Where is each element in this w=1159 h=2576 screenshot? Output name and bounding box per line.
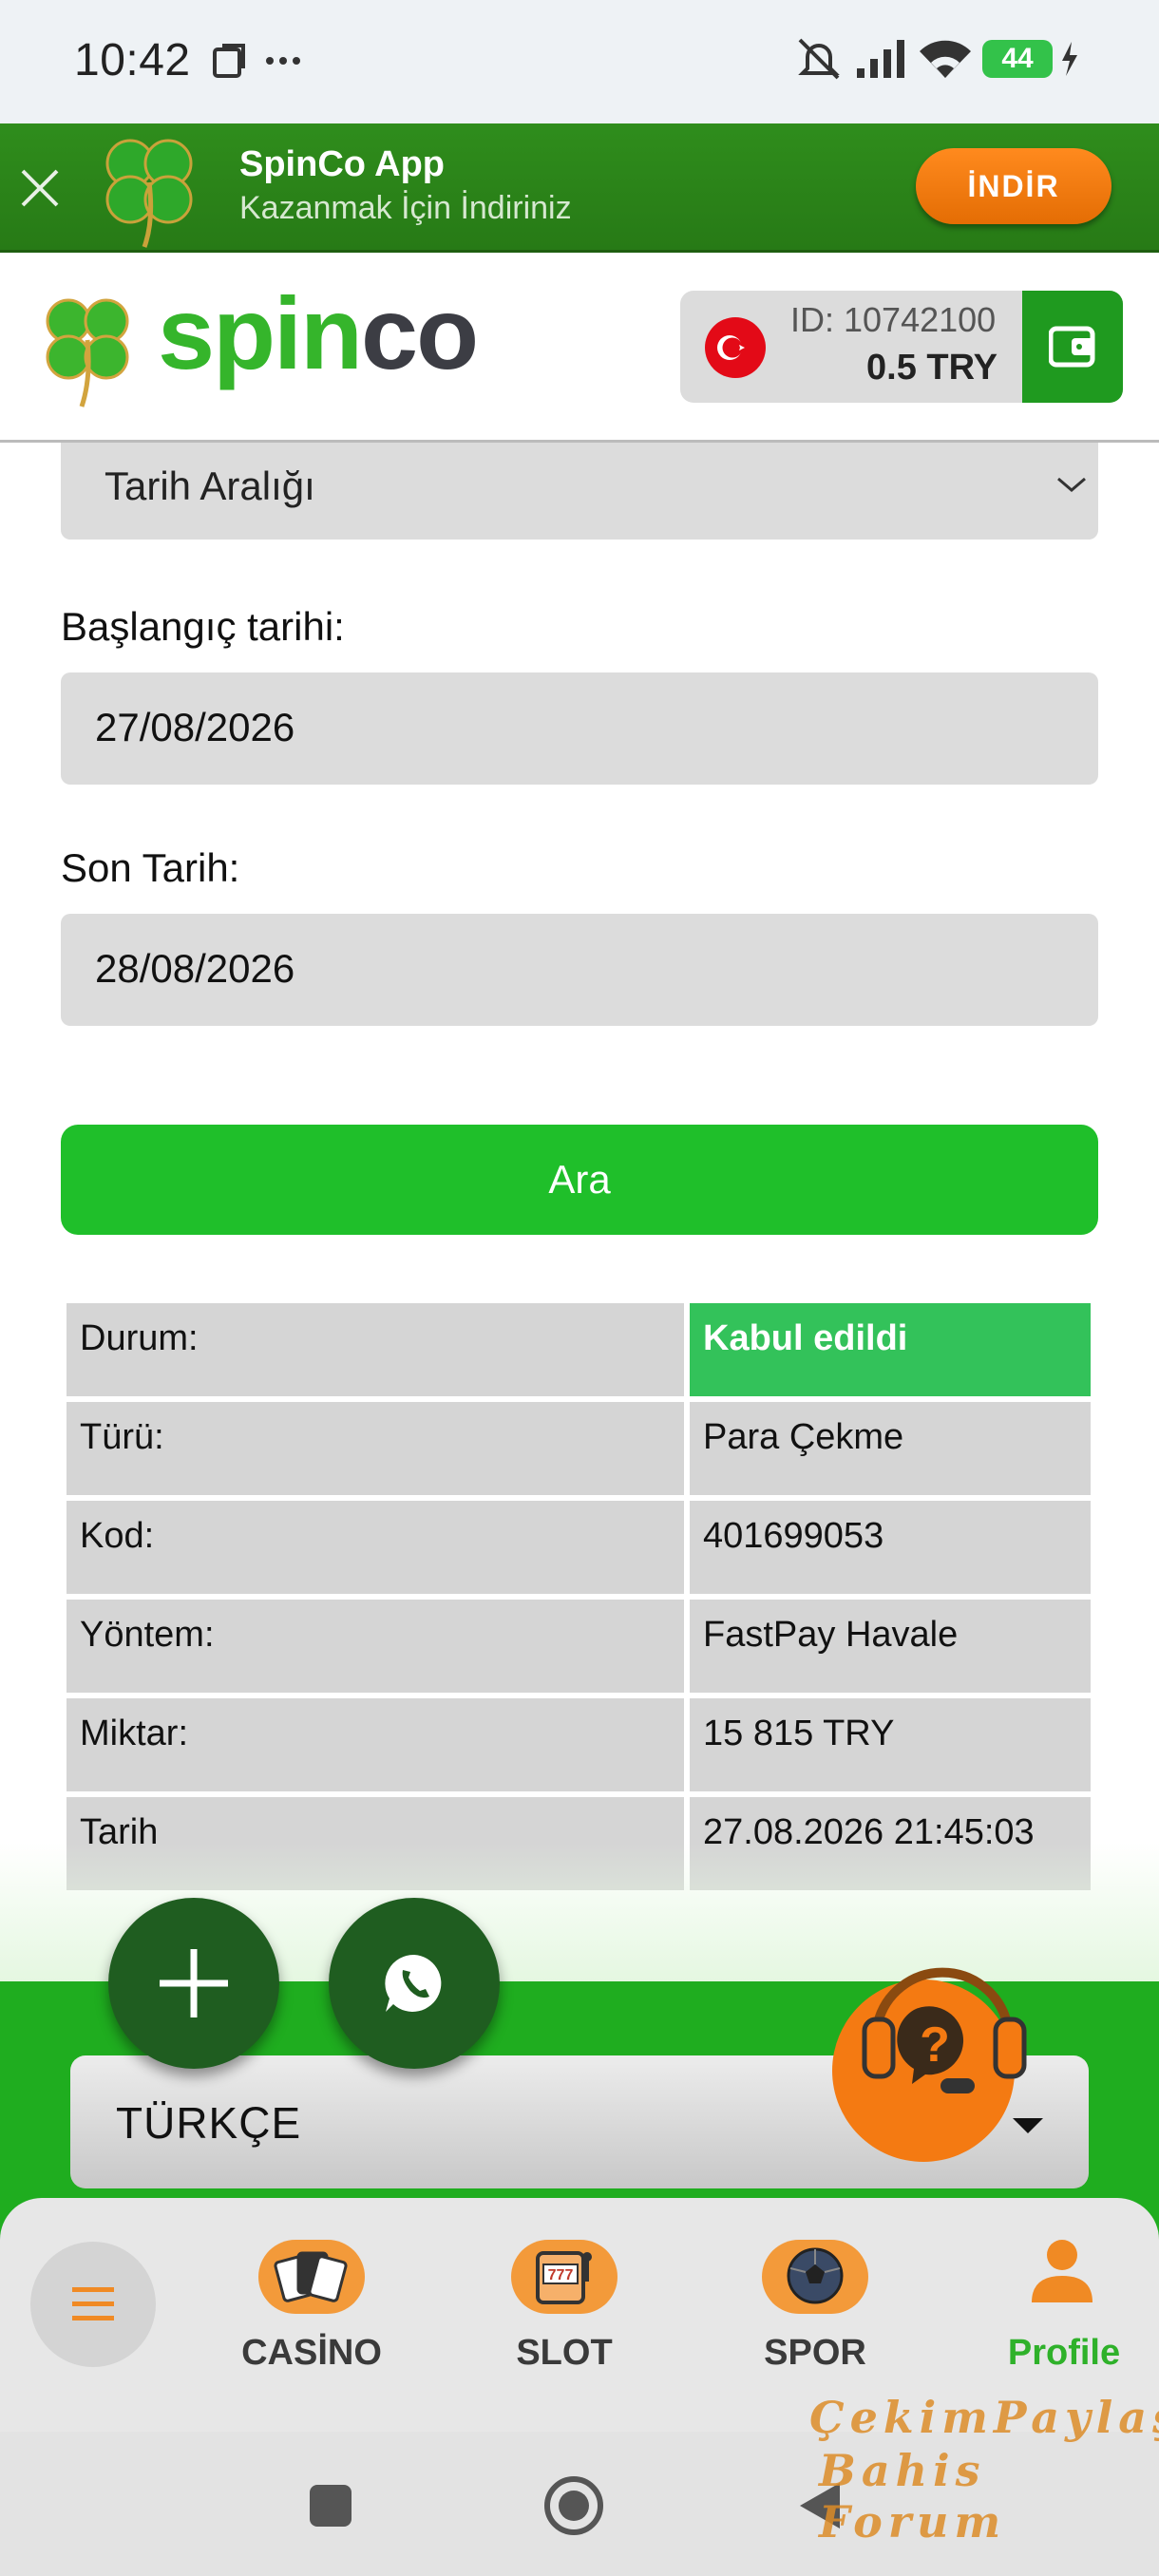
nav-label-slot: SLOT <box>516 2333 613 2373</box>
start-date-label: Başlangıç tarihi: <box>61 604 345 649</box>
home-icon[interactable] <box>542 2473 606 2538</box>
turkey-flag-icon <box>705 317 766 378</box>
wifi-icon <box>920 40 971 78</box>
wallet-button[interactable] <box>1022 291 1123 403</box>
table-row-label: Kod: <box>80 1516 155 1556</box>
support-headset-icon[interactable]: ? <box>819 1928 1056 2166</box>
hamburger-icon <box>72 2287 114 2320</box>
battery-indicator: 44 <box>982 40 1053 78</box>
search-button[interactable]: Ara <box>61 1125 1098 1235</box>
table-row-value: 401699053 <box>703 1516 884 1556</box>
clover-logo-icon <box>105 139 193 248</box>
slot-machine-icon: 777 <box>536 2251 592 2304</box>
mute-icon <box>798 38 840 80</box>
end-date-label: Son Tarih: <box>61 845 240 890</box>
more-icon <box>266 57 300 65</box>
table-label-cell <box>66 1501 684 1594</box>
status-bar: 10:42 44 <box>0 0 1159 123</box>
screenshot-icon <box>213 44 245 78</box>
nav-label-casino: CASİNO <box>241 2333 382 2373</box>
user-icon <box>1032 2240 1092 2302</box>
table-row-label: Miktar: <box>80 1714 188 1753</box>
table-row-value: Para Çekme <box>703 1417 904 1457</box>
account-balance: 0.5 TRY <box>866 348 998 388</box>
watermark-line1: ÇekimPaylaş <box>809 2392 1159 2443</box>
end-date-value: 28/08/2026 <box>95 946 295 991</box>
charging-icon <box>1062 42 1077 76</box>
logo-text-co: co <box>361 275 479 390</box>
table-row-label: Durum: <box>80 1318 199 1358</box>
watermark-line2: Bahis Forum <box>819 2445 1007 2548</box>
chevron-down-icon <box>1057 477 1086 492</box>
date-range-select-value: Tarih Aralığı <box>104 464 315 508</box>
whatsapp-button[interactable] <box>329 1898 500 2069</box>
whatsapp-icon <box>385 1954 442 2012</box>
add-button[interactable] <box>108 1898 279 2069</box>
menu-button[interactable] <box>30 2242 156 2367</box>
banner-subtitle: Kazanmak İçin İndiriniz <box>239 190 572 226</box>
nav-label-spor: SPOR <box>764 2333 866 2373</box>
account-id: ID: 10742100 <box>790 300 997 339</box>
banner-title: SpinCo App <box>239 144 445 184</box>
ball-icon <box>787 2247 844 2304</box>
table-row-value: FastPay Havale <box>703 1615 959 1655</box>
table-row-value: 15 815 TRY <box>703 1714 895 1753</box>
clover-logo-icon[interactable] <box>34 287 148 410</box>
cards-icon <box>274 2251 348 2302</box>
recent-apps-icon[interactable] <box>306 2481 355 2530</box>
logo-text-spin: spin <box>158 275 363 390</box>
svg-text:777: 777 <box>548 2267 574 2283</box>
svg-text:?: ? <box>920 2017 950 2073</box>
nav-label-profile: Profile <box>1007 2333 1121 2373</box>
table-row-label: Türü: <box>80 1417 164 1457</box>
table-row-label: Yöntem: <box>80 1615 215 1655</box>
download-button[interactable]: İNDİR <box>916 148 1112 224</box>
start-date-value: 27/08/2026 <box>95 705 295 749</box>
clock: 10:42 <box>74 35 191 85</box>
signal-icon <box>857 40 904 78</box>
status-value: Kabul edildi <box>703 1318 908 1358</box>
plus-icon <box>160 1949 228 2017</box>
site-logo[interactable]: spinco <box>158 272 479 395</box>
wallet-icon <box>1049 326 1095 368</box>
language-select-value: TÜRKÇE <box>116 2098 302 2148</box>
close-icon[interactable] <box>19 167 61 209</box>
